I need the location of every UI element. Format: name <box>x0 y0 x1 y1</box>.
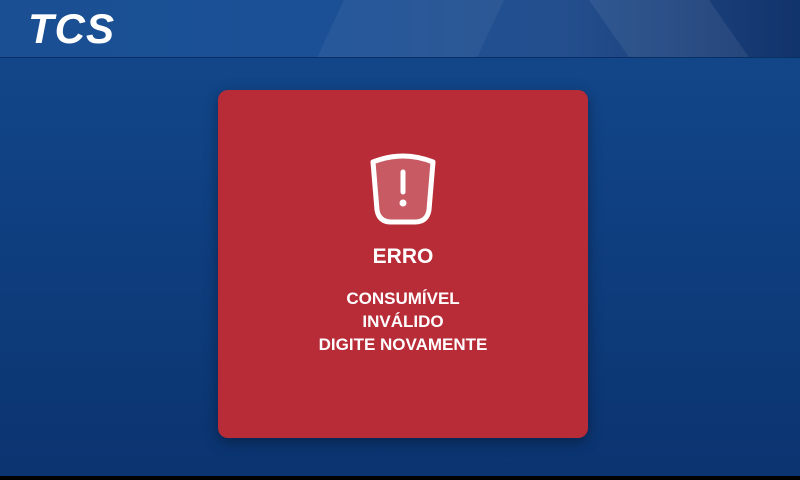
header-bar: TCS <box>0 0 800 58</box>
header-decoration <box>581 0 759 57</box>
tcs-logo: TCS <box>28 5 115 52</box>
error-message-line: INVÁLIDO <box>362 312 444 331</box>
error-message-line: CONSUMÍVEL <box>346 289 460 308</box>
shield-alert-icon <box>370 153 436 225</box>
bottom-edge <box>0 476 800 480</box>
header-decoration <box>311 0 509 57</box>
error-title: ERRO <box>372 245 434 268</box>
screen: TCS ERRO CONSUMÍVEL INVÁLIDO DIGITE NOVA… <box>0 0 800 480</box>
error-message-line: DIGITE NOVAMENTE <box>318 335 488 354</box>
error-message: CONSUMÍVEL INVÁLIDO DIGITE NOVAMENTE <box>218 287 588 356</box>
error-dialog: ERRO CONSUMÍVEL INVÁLIDO DIGITE NOVAMENT… <box>218 90 588 438</box>
